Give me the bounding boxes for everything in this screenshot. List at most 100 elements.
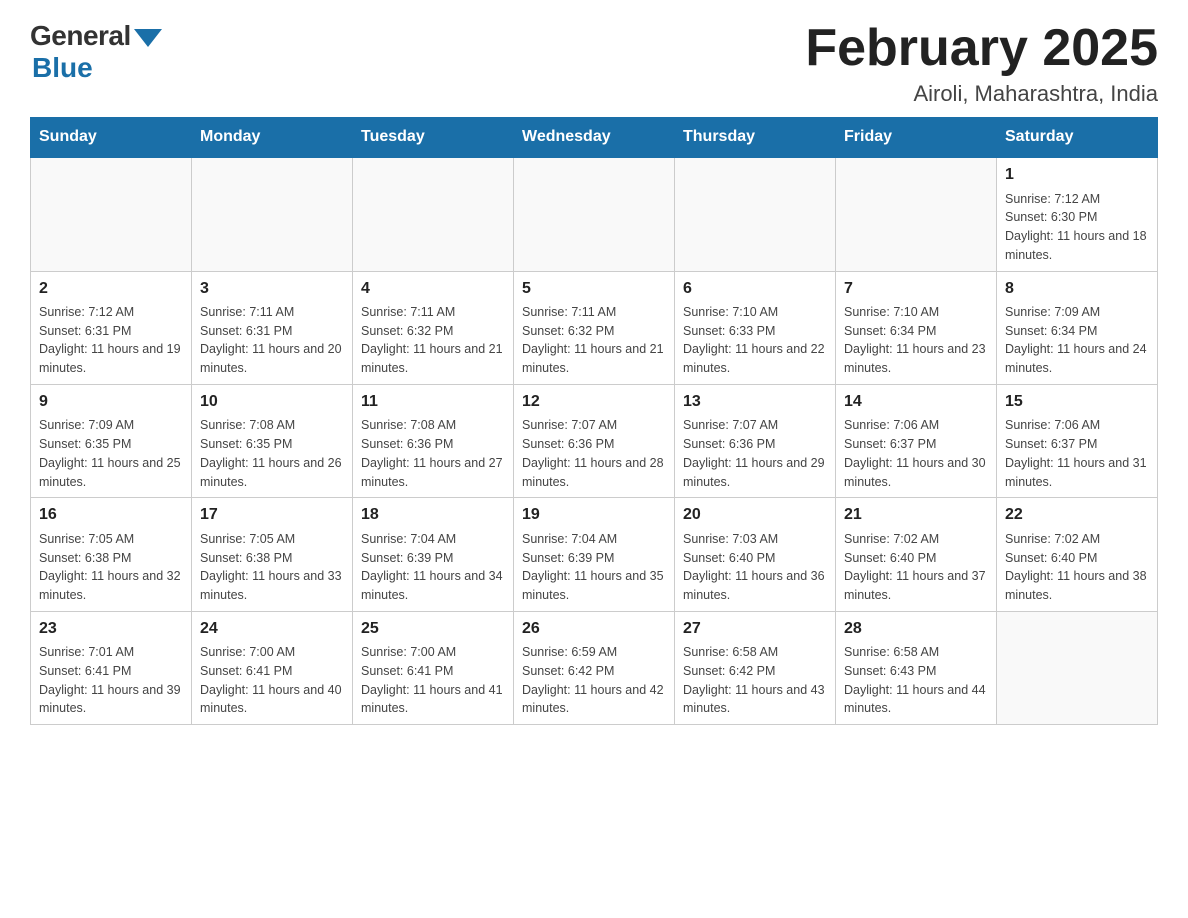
- calendar-cell: [997, 611, 1158, 724]
- day-of-week-header: Friday: [836, 118, 997, 158]
- calendar-cell: 26 Sunrise: 6:59 AM Sunset: 6:42 PM Dayli…: [514, 611, 675, 724]
- calendar-cell: 12 Sunrise: 7:07 AM Sunset: 6:36 PM Dayli…: [514, 384, 675, 497]
- day-number: 28: [844, 618, 988, 640]
- day-info: Sunrise: 7:03 AM Sunset: 6:40 PM Dayligh…: [683, 530, 827, 605]
- day-number: 5: [522, 278, 666, 300]
- calendar-cell: 27 Sunrise: 6:58 AM Sunset: 6:42 PM Dayli…: [675, 611, 836, 724]
- day-number: 16: [39, 504, 183, 526]
- calendar-cell: [836, 157, 997, 271]
- day-info: Sunrise: 7:05 AM Sunset: 6:38 PM Dayligh…: [200, 530, 344, 605]
- calendar-cell: 16 Sunrise: 7:05 AM Sunset: 6:38 PM Dayli…: [31, 498, 192, 611]
- day-info: Sunrise: 7:07 AM Sunset: 6:36 PM Dayligh…: [683, 416, 827, 491]
- day-info: Sunrise: 7:11 AM Sunset: 6:32 PM Dayligh…: [361, 303, 505, 378]
- calendar-cell: 10 Sunrise: 7:08 AM Sunset: 6:35 PM Dayli…: [192, 384, 353, 497]
- day-info: Sunrise: 6:59 AM Sunset: 6:42 PM Dayligh…: [522, 643, 666, 718]
- day-of-week-header: Wednesday: [514, 118, 675, 158]
- calendar-cell: 11 Sunrise: 7:08 AM Sunset: 6:36 PM Dayli…: [353, 384, 514, 497]
- day-number: 23: [39, 618, 183, 640]
- calendar-cell: [353, 157, 514, 271]
- day-info: Sunrise: 7:09 AM Sunset: 6:34 PM Dayligh…: [1005, 303, 1149, 378]
- day-number: 11: [361, 391, 505, 413]
- logo-blue-text: Blue: [32, 52, 93, 84]
- day-info: Sunrise: 7:01 AM Sunset: 6:41 PM Dayligh…: [39, 643, 183, 718]
- day-number: 8: [1005, 278, 1149, 300]
- day-number: 12: [522, 391, 666, 413]
- day-number: 3: [200, 278, 344, 300]
- day-number: 26: [522, 618, 666, 640]
- day-of-week-header: Sunday: [31, 118, 192, 158]
- calendar-week-row: 1Sunrise: 7:12 AM Sunset: 6:30 PM Daylig…: [31, 157, 1158, 271]
- calendar-cell: 14Sunrise: 7:06 AM Sunset: 6:37 PM Dayli…: [836, 384, 997, 497]
- calendar-cell: 17 Sunrise: 7:05 AM Sunset: 6:38 PM Dayli…: [192, 498, 353, 611]
- day-info: Sunrise: 7:04 AM Sunset: 6:39 PM Dayligh…: [361, 530, 505, 605]
- calendar-title: February 2025: [805, 20, 1158, 77]
- calendar-cell: 4 Sunrise: 7:11 AM Sunset: 6:32 PM Daylig…: [353, 271, 514, 384]
- logo: General Blue: [30, 20, 162, 84]
- calendar-cell: 5 Sunrise: 7:11 AM Sunset: 6:32 PM Daylig…: [514, 271, 675, 384]
- day-number: 20: [683, 504, 827, 526]
- day-info: Sunrise: 7:00 AM Sunset: 6:41 PM Dayligh…: [200, 643, 344, 718]
- day-info: Sunrise: 7:05 AM Sunset: 6:38 PM Dayligh…: [39, 530, 183, 605]
- day-number: 24: [200, 618, 344, 640]
- day-info: Sunrise: 7:07 AM Sunset: 6:36 PM Dayligh…: [522, 416, 666, 491]
- calendar-cell: 22Sunrise: 7:02 AM Sunset: 6:40 PM Dayli…: [997, 498, 1158, 611]
- calendar-cell: 23 Sunrise: 7:01 AM Sunset: 6:41 PM Dayli…: [31, 611, 192, 724]
- calendar-cell: 6 Sunrise: 7:10 AM Sunset: 6:33 PM Daylig…: [675, 271, 836, 384]
- day-info: Sunrise: 7:06 AM Sunset: 6:37 PM Dayligh…: [844, 416, 988, 491]
- calendar-header: SundayMondayTuesdayWednesdayThursdayFrid…: [31, 118, 1158, 158]
- day-info: Sunrise: 7:06 AM Sunset: 6:37 PM Dayligh…: [1005, 416, 1149, 491]
- day-number: 2: [39, 278, 183, 300]
- calendar-subtitle: Airoli, Maharashtra, India: [805, 81, 1158, 107]
- calendar-cell: 7Sunrise: 7:10 AM Sunset: 6:34 PM Daylig…: [836, 271, 997, 384]
- day-number: 17: [200, 504, 344, 526]
- day-info: Sunrise: 7:10 AM Sunset: 6:33 PM Dayligh…: [683, 303, 827, 378]
- calendar-week-row: 9 Sunrise: 7:09 AM Sunset: 6:35 PM Daylig…: [31, 384, 1158, 497]
- day-info: Sunrise: 7:08 AM Sunset: 6:36 PM Dayligh…: [361, 416, 505, 491]
- calendar-cell: 20 Sunrise: 7:03 AM Sunset: 6:40 PM Dayli…: [675, 498, 836, 611]
- calendar-cell: [192, 157, 353, 271]
- calendar-week-row: 2 Sunrise: 7:12 AM Sunset: 6:31 PM Daylig…: [31, 271, 1158, 384]
- day-info: Sunrise: 7:02 AM Sunset: 6:40 PM Dayligh…: [1005, 530, 1149, 605]
- day-number: 19: [522, 504, 666, 526]
- page-header: General Blue February 2025 Airoli, Mahar…: [30, 20, 1158, 107]
- day-info: Sunrise: 6:58 AM Sunset: 6:43 PM Dayligh…: [844, 643, 988, 718]
- calendar-table: SundayMondayTuesdayWednesdayThursdayFrid…: [30, 117, 1158, 725]
- day-info: Sunrise: 7:02 AM Sunset: 6:40 PM Dayligh…: [844, 530, 988, 605]
- calendar-cell: [675, 157, 836, 271]
- day-number: 25: [361, 618, 505, 640]
- calendar-body: 1Sunrise: 7:12 AM Sunset: 6:30 PM Daylig…: [31, 157, 1158, 724]
- day-number: 4: [361, 278, 505, 300]
- logo-triangle-icon: [134, 29, 162, 47]
- calendar-cell: 8 Sunrise: 7:09 AM Sunset: 6:34 PM Daylig…: [997, 271, 1158, 384]
- day-number: 15: [1005, 391, 1149, 413]
- calendar-cell: 15 Sunrise: 7:06 AM Sunset: 6:37 PM Dayli…: [997, 384, 1158, 497]
- day-info: Sunrise: 7:09 AM Sunset: 6:35 PM Dayligh…: [39, 416, 183, 491]
- calendar-cell: 21Sunrise: 7:02 AM Sunset: 6:40 PM Dayli…: [836, 498, 997, 611]
- calendar-cell: [514, 157, 675, 271]
- day-of-week-header: Saturday: [997, 118, 1158, 158]
- calendar-cell: [31, 157, 192, 271]
- logo-general-text: General: [30, 20, 131, 52]
- day-number: 18: [361, 504, 505, 526]
- calendar-week-row: 16 Sunrise: 7:05 AM Sunset: 6:38 PM Dayli…: [31, 498, 1158, 611]
- day-info: Sunrise: 7:04 AM Sunset: 6:39 PM Dayligh…: [522, 530, 666, 605]
- day-number: 27: [683, 618, 827, 640]
- calendar-cell: 3Sunrise: 7:11 AM Sunset: 6:31 PM Daylig…: [192, 271, 353, 384]
- calendar-cell: 13Sunrise: 7:07 AM Sunset: 6:36 PM Dayli…: [675, 384, 836, 497]
- calendar-cell: 24 Sunrise: 7:00 AM Sunset: 6:41 PM Dayli…: [192, 611, 353, 724]
- day-info: Sunrise: 7:08 AM Sunset: 6:35 PM Dayligh…: [200, 416, 344, 491]
- day-number: 6: [683, 278, 827, 300]
- day-info: Sunrise: 7:11 AM Sunset: 6:32 PM Dayligh…: [522, 303, 666, 378]
- day-of-week-header: Monday: [192, 118, 353, 158]
- day-number: 9: [39, 391, 183, 413]
- day-number: 10: [200, 391, 344, 413]
- title-block: February 2025 Airoli, Maharashtra, India: [805, 20, 1158, 107]
- day-of-week-header: Thursday: [675, 118, 836, 158]
- day-info: Sunrise: 7:12 AM Sunset: 6:31 PM Dayligh…: [39, 303, 183, 378]
- day-info: Sunrise: 7:12 AM Sunset: 6:30 PM Dayligh…: [1005, 190, 1149, 265]
- calendar-cell: 19 Sunrise: 7:04 AM Sunset: 6:39 PM Dayli…: [514, 498, 675, 611]
- day-info: Sunrise: 6:58 AM Sunset: 6:42 PM Dayligh…: [683, 643, 827, 718]
- calendar-week-row: 23 Sunrise: 7:01 AM Sunset: 6:41 PM Dayli…: [31, 611, 1158, 724]
- day-info: Sunrise: 7:00 AM Sunset: 6:41 PM Dayligh…: [361, 643, 505, 718]
- calendar-cell: 9 Sunrise: 7:09 AM Sunset: 6:35 PM Daylig…: [31, 384, 192, 497]
